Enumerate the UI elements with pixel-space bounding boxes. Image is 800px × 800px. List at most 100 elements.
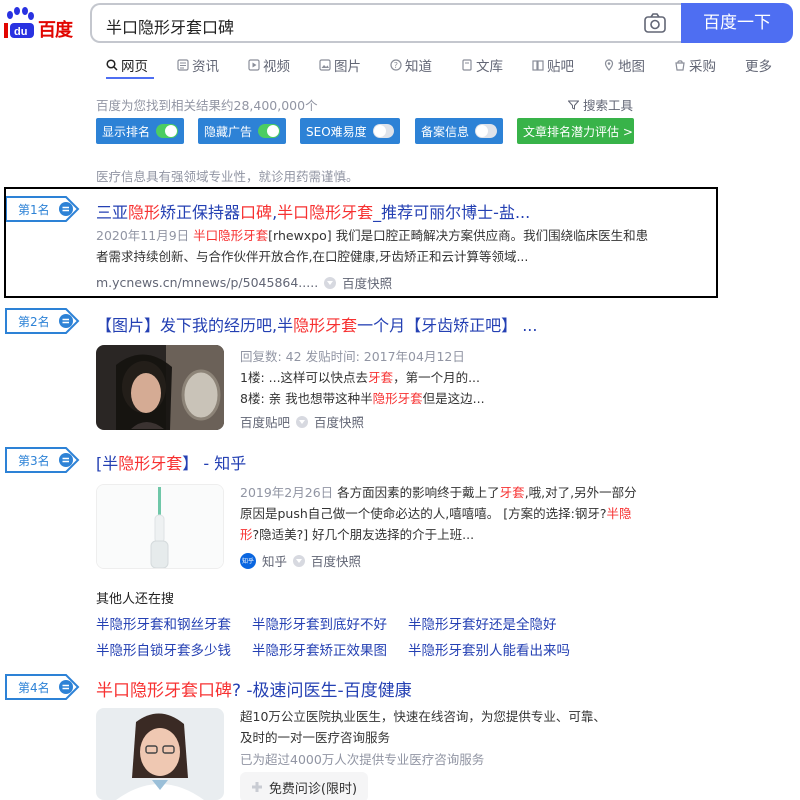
result-title-link[interactable]: 三亚隐形矫正保持器口碑,半口隐形牙套_推荐可丽尔博士-盐... xyxy=(96,199,530,223)
source-link[interactable]: 百度贴吧 xyxy=(240,412,290,431)
button-label: 免费问诊(限时) xyxy=(268,781,358,797)
tab-label: 地图 xyxy=(618,59,645,75)
tab-zhidao[interactable]: ? 知道 xyxy=(390,55,432,75)
title-highlight: 半口隐形牙套口碑 xyxy=(96,681,232,701)
tab-label: 图片 xyxy=(334,59,361,75)
video-icon xyxy=(248,59,260,71)
tab-label: 视频 xyxy=(263,59,290,75)
excerpt-text: 但是这边... xyxy=(422,391,485,406)
toggle-switch[interactable] xyxy=(258,124,280,138)
related-link[interactable]: 半隐形牙套别人能看出来吗 xyxy=(408,639,570,659)
related-link[interactable]: 半隐形自锁牙套多少钱 xyxy=(96,639,231,659)
toggle-switch[interactable] xyxy=(156,124,178,138)
search-input[interactable]: 半口隐形牙套口碑 xyxy=(90,3,682,43)
search-button[interactable]: 百度一下 xyxy=(681,3,793,43)
tab-tieba[interactable]: 贴吧 xyxy=(532,55,574,75)
result-meta: 知乎 知乎 百度快照 xyxy=(240,551,361,570)
shop-icon xyxy=(675,60,685,71)
snippet-text: 者需求持续创新、与合作伙伴开放合作,在口腔健康,牙齿矫正和云计算等领域... xyxy=(96,249,529,264)
cache-link[interactable]: 百度快照 xyxy=(314,412,364,431)
result-thumbnail[interactable] xyxy=(96,484,224,569)
tab-more[interactable]: 更多 xyxy=(745,55,772,75)
show-rank-toggle[interactable]: 显示排名 xyxy=(96,118,184,144)
tab-wenku[interactable]: 文库 xyxy=(461,55,503,75)
potential-eval-button[interactable]: 文章排名潜力评估 > xyxy=(517,118,634,144)
title-highlight: 隐形牙套 xyxy=(293,316,358,335)
snippet-highlight: 牙套 xyxy=(499,485,525,500)
tab-label: 采购 xyxy=(689,59,716,75)
title-text: ? -极速问医生-百度健康 xyxy=(232,681,412,701)
result-description: 超10万公立医院执业医生，快速在线咨询，为您提供专业、可靠、 xyxy=(240,709,606,724)
result-title-link[interactable]: 半口隐形牙套口碑? -极速问医生-百度健康 xyxy=(96,676,412,701)
icp-toggle[interactable]: 备案信息 xyxy=(415,118,503,144)
post-stats: 回复数: 42 发贴时间: 2017年04月12日 xyxy=(240,349,465,364)
cache-link[interactable]: 百度快照 xyxy=(311,551,361,570)
baidu-logo[interactable]: du 百度 xyxy=(2,6,76,42)
related-link[interactable]: 半隐形牙套好还是全隐好 xyxy=(408,613,557,633)
related-link[interactable]: 半隐形牙套矫正效果图 xyxy=(252,639,387,659)
result-meta: 百度贴吧 百度快照 xyxy=(240,412,364,431)
related-link[interactable]: 半隐形牙套和钢丝牙套 xyxy=(96,613,231,633)
tab-map[interactable]: 地图 xyxy=(603,55,645,75)
rank-badge: 第2名 xyxy=(4,308,80,334)
tab-label: 更多 xyxy=(745,59,772,75)
title-text: 三亚 xyxy=(96,203,129,222)
snippet-text: ,哦,对了,另外一部分 xyxy=(524,485,637,500)
svg-text:du: du xyxy=(14,26,27,38)
paw-icon: du xyxy=(4,7,34,38)
title-highlight: 口碑 xyxy=(240,203,273,222)
dropdown-icon[interactable] xyxy=(293,554,306,567)
active-tab-indicator xyxy=(106,77,154,79)
doctor-image xyxy=(96,708,224,800)
potential-label: 文章排名潜力评估 > xyxy=(523,124,633,139)
tab-purchase[interactable]: 采购 xyxy=(674,55,716,75)
dropdown-icon[interactable] xyxy=(324,276,337,289)
search-query[interactable]: 半口隐形牙套口碑 xyxy=(106,14,234,38)
excerpt-highlight: 隐形牙套 xyxy=(372,391,423,406)
free-consult-button[interactable]: 免费问诊(限时) xyxy=(240,772,368,800)
result-description: 及时的一对一医疗咨询服务 xyxy=(240,730,391,745)
tieba-icon xyxy=(532,60,544,71)
result-thumbnail[interactable] xyxy=(96,708,224,800)
seo-toggle[interactable]: SEO难易度 xyxy=(300,118,400,144)
medical-cross-icon xyxy=(251,782,262,792)
dropdown-icon[interactable] xyxy=(296,415,309,428)
source-link[interactable]: 知乎 xyxy=(262,551,287,570)
zhihu-icon: 知乎 xyxy=(240,552,256,569)
tab-web[interactable]: 网页 xyxy=(106,55,148,75)
post-excerpt: 8楼: 亲 我也想带这种半隐形牙套但是这边... xyxy=(240,388,485,407)
result-subtext: 已为超过4000万人次提供专业医疗咨询服务 xyxy=(240,752,485,767)
result-title-link[interactable]: [半隐形牙套】 - 知乎 xyxy=(96,450,246,474)
search-tools-button[interactable]: 搜索工具 xyxy=(567,95,633,114)
tab-images[interactable]: 图片 xyxy=(319,55,361,75)
rank-label: 第2名 xyxy=(18,315,50,329)
tab-label: 网页 xyxy=(121,59,148,75)
result-url[interactable]: m.ycnews.cn/mnews/p/5045864..... xyxy=(96,275,318,290)
related-heading: 其他人还在搜 xyxy=(96,592,175,607)
medical-notice: 医疗信息具有强领域专业性，就诊用药需谨慎。 xyxy=(96,169,359,184)
snippet-text: 各方面因素的影响终于戴上了 xyxy=(337,485,500,500)
snippet-highlight: 半口隐形牙套 xyxy=(193,228,269,243)
excerpt-highlight: 牙套 xyxy=(368,370,394,385)
map-icon xyxy=(604,59,614,71)
toggle-switch[interactable] xyxy=(475,124,497,138)
title-text: 一个月【牙齿矫正吧】 ... xyxy=(357,316,538,335)
search-tools-label: 搜索工具 xyxy=(582,98,633,113)
result-date: 2019年2月26日 xyxy=(240,485,334,500)
photo-person-image xyxy=(96,345,224,430)
result-title-link[interactable]: 【图片】发下我的经历吧,半隐形牙套一个月【牙齿矫正吧】 ... xyxy=(96,312,537,336)
result-date: 2020年11月9日 xyxy=(96,228,190,243)
title-highlight: 隐形牙套 xyxy=(118,454,183,473)
snippet-highlight: 形 xyxy=(240,527,253,542)
result-thumbnail[interactable] xyxy=(96,345,224,430)
result-count: 百度为您找到相关结果约28,400,000个 xyxy=(96,98,318,113)
snippet-text: ?隐适美?] 好几个朋友选择的介于上班... xyxy=(252,527,475,542)
related-link[interactable]: 半隐形牙套到底好不好 xyxy=(252,613,387,633)
hide-ads-toggle[interactable]: 隐藏广告 xyxy=(198,118,286,144)
cache-link[interactable]: 百度快照 xyxy=(342,273,392,292)
toggle-switch[interactable] xyxy=(372,124,394,138)
rank-badge: 第3名 xyxy=(4,447,80,473)
tab-news[interactable]: 资讯 xyxy=(177,55,219,75)
tab-video[interactable]: 视频 xyxy=(248,55,290,75)
camera-icon[interactable] xyxy=(644,13,666,33)
